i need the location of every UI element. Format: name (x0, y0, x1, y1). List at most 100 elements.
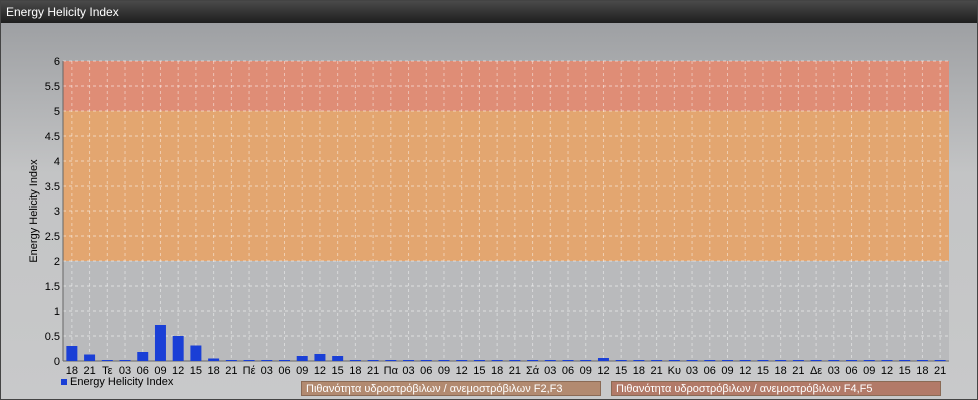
x-tick-label: 12 (456, 365, 468, 377)
bar (225, 360, 237, 361)
bar (792, 360, 804, 361)
bar (651, 360, 663, 361)
x-tick-label: 15 (899, 365, 911, 377)
helicity-chart: 00.511.522.533.544.555.5618 21 Τε 03 06 09 12 1… (28, 56, 949, 377)
x-tick-label: 12 (597, 365, 609, 377)
y-tick-label: 6 (54, 56, 60, 68)
bar (172, 336, 184, 361)
bar (828, 360, 840, 361)
x-tick-label: 12 (172, 365, 184, 377)
bar (66, 346, 78, 361)
y-tick-label: 1.5 (45, 281, 60, 293)
bar (562, 360, 574, 361)
x-tick-label: 18 (916, 365, 928, 377)
y-tick-label: 4.5 (45, 131, 60, 143)
x-tick-label: 15 (332, 365, 344, 377)
x-tick-label: 03 (261, 365, 273, 377)
x-tick-label: 21 (650, 365, 662, 377)
bar (491, 360, 503, 361)
x-tick-label: 15 (190, 365, 202, 377)
legend-series[interactable]: Energy Helicity Index (61, 375, 173, 390)
x-tick-label: 09 (721, 365, 733, 377)
bar (208, 358, 220, 361)
x-tick-label: 18 (491, 365, 503, 377)
legend-band-f4f5[interactable]: Πιθανότητα υδροστρόβιλων / ανεμοστρόβιλω… (611, 381, 941, 396)
bar (101, 360, 113, 361)
x-tick-label: 12 (314, 365, 326, 377)
y-tick-label: 0 (54, 356, 60, 368)
bar (403, 360, 415, 361)
x-tick-label: 18 (775, 365, 787, 377)
bar (314, 354, 326, 361)
bar (810, 360, 822, 361)
x-tick-label: 06 (845, 365, 857, 377)
bar (332, 356, 344, 361)
bar (190, 345, 202, 361)
bar (544, 360, 556, 361)
bar (420, 360, 432, 361)
y-tick-label: 2.5 (45, 231, 60, 243)
legend-band-f2f3[interactable]: Πιθανότητα υδροστρόβιλων / ανεμοστρόβιλω… (301, 381, 601, 396)
x-tick-label: 09 (580, 365, 592, 377)
bar (261, 360, 273, 361)
chart-area: 0 0.5 1 1.5 2 2.5 3 3.5 4 4.5 5 5.5 6 18 21 Τε 03 06 09 12 1… (1, 23, 977, 399)
y-tick-label: 5 (54, 106, 60, 118)
y-tick-label: 5.5 (45, 81, 60, 93)
x-tick-label: 21 (792, 365, 804, 377)
bar (137, 352, 149, 361)
bar (668, 360, 680, 361)
x-tick-label: 18 (633, 365, 645, 377)
legend-swatch (61, 379, 67, 386)
y-tick-label: 0.5 (45, 331, 60, 343)
bar (722, 360, 733, 361)
x-tick-label: Κυ (668, 365, 681, 377)
bar (881, 360, 893, 361)
x-tick-label: 06 (562, 365, 574, 377)
bar (846, 360, 858, 361)
bar (385, 360, 397, 361)
x-tick-label: 03 (828, 365, 840, 377)
x-tick-label: 15 (757, 365, 769, 377)
bar (243, 360, 255, 361)
x-tick-label: 09 (438, 365, 450, 377)
bar (367, 360, 379, 361)
bar (633, 360, 645, 361)
bar (934, 360, 946, 361)
x-tick-label: 15 (473, 365, 485, 377)
legend-series-label: Energy Helicity Index (70, 376, 174, 388)
bar (349, 360, 361, 361)
x-tick-label: 06 (704, 365, 716, 377)
bar (916, 360, 928, 361)
bar (527, 360, 539, 361)
x-tick-label: 06 (278, 365, 290, 377)
bar (704, 360, 716, 361)
y-tick-label: 3 (54, 206, 60, 218)
x-tick-label: 18 (207, 365, 219, 377)
bar (757, 360, 769, 361)
bar (438, 360, 450, 361)
x-tick-label: Πα (384, 365, 399, 377)
chart-panel: Energy Helicity Index 0 0.5 1 1.5 2 2.5 3 3.5 4 4… (0, 0, 978, 400)
bar (84, 354, 96, 361)
x-tick-label: Πέ (243, 365, 256, 377)
x-tick-label: 18 (349, 365, 361, 377)
y-axis-label: Energy Helicity Index (28, 159, 40, 263)
bar (899, 360, 911, 361)
x-tick-label: 21 (225, 365, 237, 377)
x-tick-label: Σά (526, 365, 540, 377)
bar (775, 360, 787, 361)
bar (863, 360, 875, 361)
y-tick-label: 2 (54, 256, 60, 268)
bar (597, 358, 609, 361)
x-tick-label: 09 (863, 365, 875, 377)
x-tick-label: 12 (739, 365, 751, 377)
bar (509, 360, 521, 361)
bar (615, 360, 627, 361)
bar (686, 360, 698, 361)
bar (119, 360, 131, 361)
bar (473, 360, 485, 361)
x-tick-label: 03 (686, 365, 698, 377)
x-tick-label: 06 (420, 365, 432, 377)
panel-title: Energy Helicity Index (1, 1, 977, 23)
x-tick-label: 03 (402, 365, 414, 377)
